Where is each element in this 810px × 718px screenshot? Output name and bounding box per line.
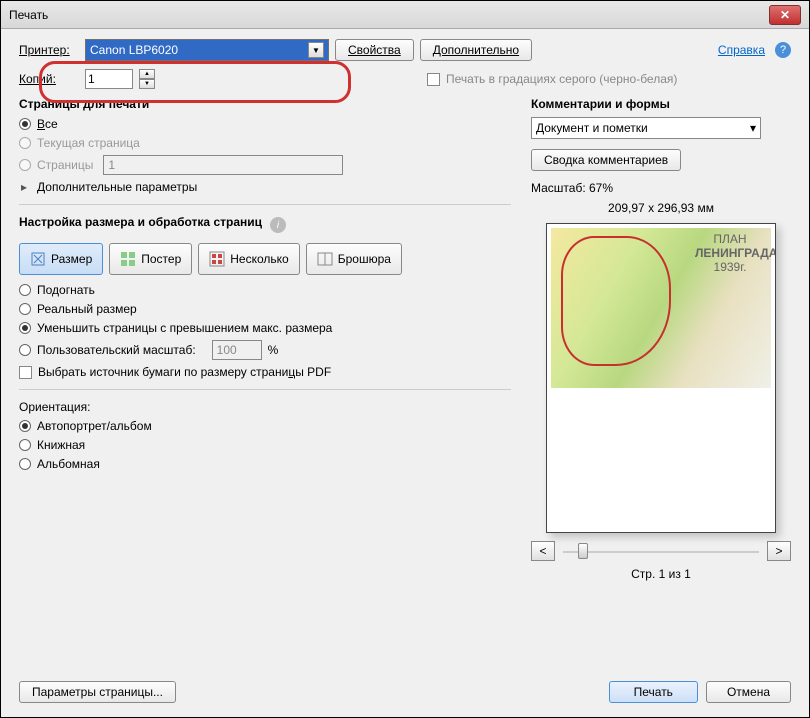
- printer-value: Canon LBP6020: [90, 43, 178, 57]
- pages-current-radio[interactable]: [19, 137, 31, 149]
- expand-icon[interactable]: ▸: [21, 180, 27, 194]
- custom-scale-label: Пользовательский масштаб:: [37, 343, 196, 357]
- help-link[interactable]: Справка: [718, 43, 765, 57]
- chevron-down-icon[interactable]: ▼: [308, 42, 324, 58]
- print-preview: ПЛАН ЛЕНИНГРАДА 1939г.: [546, 223, 776, 533]
- print-button[interactable]: Печать: [609, 681, 698, 703]
- orient-auto-label: Автопортрет/альбом: [37, 419, 152, 433]
- mode-multiple-button[interactable]: Несколько: [198, 243, 299, 275]
- close-button[interactable]: ✕: [769, 5, 801, 25]
- pages-all-label: Все: [37, 117, 58, 131]
- printer-label: Принтер:: [19, 43, 79, 57]
- properties-button[interactable]: Свойства: [335, 39, 414, 61]
- prev-page-button[interactable]: <: [531, 541, 555, 561]
- copies-label: Копий:: [19, 72, 79, 86]
- page-indicator: Стр. 1 из 1: [531, 567, 791, 581]
- grayscale-checkbox[interactable]: [427, 73, 440, 86]
- dimensions-label: 209,97 x 296,93 мм: [531, 201, 791, 215]
- percent-label: %: [268, 343, 279, 357]
- multiple-icon: [209, 251, 225, 267]
- comments-select[interactable]: Документ и пометки ▾: [531, 117, 761, 139]
- poster-icon: [120, 251, 136, 267]
- pages-all-radio[interactable]: [19, 118, 31, 130]
- custom-scale-radio[interactable]: [19, 344, 31, 356]
- chevron-down-icon: ▾: [750, 121, 756, 135]
- orient-auto-radio[interactable]: [19, 420, 31, 432]
- copies-input[interactable]: 1: [85, 69, 133, 89]
- comments-section-title: Комментарии и формы: [531, 97, 791, 111]
- orient-portrait-radio[interactable]: [19, 439, 31, 451]
- actual-radio[interactable]: [19, 303, 31, 315]
- paper-source-checkbox[interactable]: [19, 366, 32, 379]
- window-title: Печать: [9, 8, 48, 22]
- pages-range-input[interactable]: 1: [103, 155, 343, 175]
- printer-select[interactable]: Canon LBP6020 ▼: [85, 39, 329, 61]
- actual-label: Реальный размер: [37, 302, 137, 316]
- mode-booklet-button[interactable]: Брошюра: [306, 243, 402, 275]
- fit-radio[interactable]: [19, 284, 31, 296]
- sizing-section-title: Настройка размера и обработка страниц: [19, 215, 262, 229]
- page-setup-button[interactable]: Параметры страницы...: [19, 681, 176, 703]
- paper-source-label: Выбрать источник бумаги по размеру стран…: [38, 365, 331, 379]
- print-dialog: Печать ✕ Принтер: Canon LBP6020 ▼ Свойст…: [0, 0, 810, 718]
- copies-spinner[interactable]: ▲▼: [139, 69, 155, 89]
- pages-range-label: Страницы: [37, 158, 93, 172]
- custom-scale-input[interactable]: 100: [212, 340, 262, 360]
- fit-label: Подогнать: [37, 283, 95, 297]
- orientation-label: Ориентация:: [19, 400, 511, 414]
- scale-label: Масштаб: 67%: [531, 181, 791, 195]
- shrink-radio[interactable]: [19, 322, 31, 334]
- pages-section-title: Страницы для печати: [19, 97, 511, 111]
- orient-portrait-label: Книжная: [37, 438, 85, 452]
- cancel-button[interactable]: Отмена: [706, 681, 791, 703]
- grayscale-label: Печать в градациях серого (черно-белая): [446, 72, 677, 86]
- size-icon: [30, 251, 46, 267]
- orient-landscape-radio[interactable]: [19, 458, 31, 470]
- shrink-label: Уменьшить страницы с превышением макс. р…: [37, 321, 332, 335]
- orient-landscape-label: Альбомная: [37, 457, 100, 471]
- next-page-button[interactable]: >: [767, 541, 791, 561]
- info-icon[interactable]: i: [270, 217, 286, 233]
- pages-current-label: Текущая страница: [37, 136, 140, 150]
- pages-range-radio[interactable]: [19, 159, 31, 171]
- mode-size-button[interactable]: Размер: [19, 243, 103, 275]
- summarize-comments-button[interactable]: Сводка комментариев: [531, 149, 681, 171]
- help-icon[interactable]: ?: [775, 42, 791, 58]
- titlebar: Печать ✕: [1, 1, 809, 29]
- zoom-slider[interactable]: [563, 541, 759, 561]
- more-options-label[interactable]: Дополнительные параметры: [37, 180, 197, 194]
- advanced-button[interactable]: Дополнительно: [420, 39, 532, 61]
- mode-poster-button[interactable]: Постер: [109, 243, 192, 275]
- preview-map-image: ПЛАН ЛЕНИНГРАДА 1939г.: [551, 228, 771, 388]
- booklet-icon: [317, 251, 333, 267]
